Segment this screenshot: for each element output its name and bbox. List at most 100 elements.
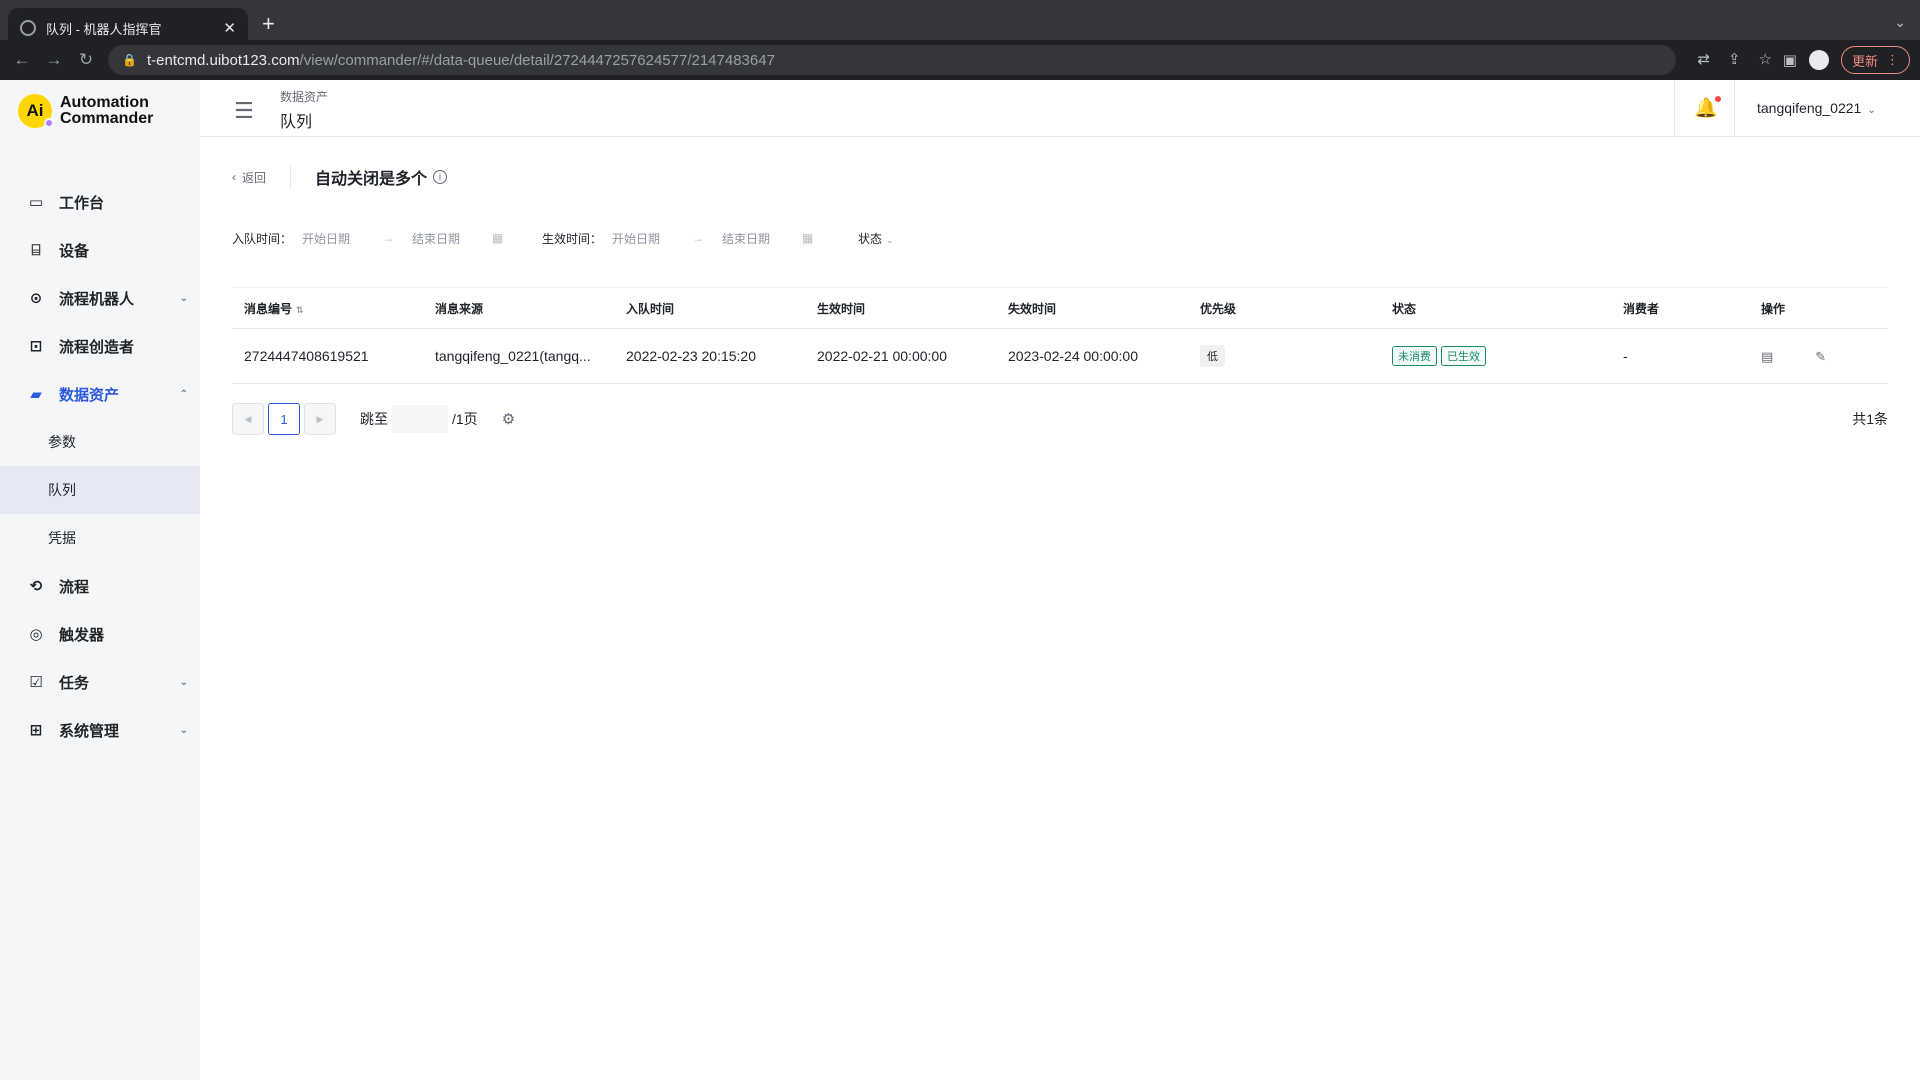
chevron-down-icon: ⌄: [886, 234, 894, 245]
sort-icon[interactable]: ⇅: [296, 305, 304, 315]
table-row: 2724447408619521 tangqifeng_0221(tangq..…: [232, 329, 1888, 384]
sidebar-item-task[interactable]: ☑ 任务 ⌄: [0, 658, 200, 706]
bell-icon[interactable]: 🔔: [1694, 96, 1721, 120]
column-header-expire: 失效时间: [1008, 301, 1057, 316]
bookmark-star-icon[interactable]: ☆: [1759, 50, 1772, 68]
translate-icon[interactable]: ⇄: [1697, 50, 1710, 68]
tab-close-icon[interactable]: ✕: [223, 19, 236, 37]
column-header-id[interactable]: 消息编号 ⇅: [232, 300, 423, 317]
globe-icon: [20, 20, 36, 36]
jump-page-input[interactable]: [392, 405, 448, 433]
sidebar-item-workbench[interactable]: ▭ 工作台: [0, 178, 200, 226]
forward-arrow-icon[interactable]: →: [38, 50, 70, 70]
chevron-left-icon: ‹: [232, 170, 236, 184]
back-arrow-icon[interactable]: ←: [6, 50, 38, 70]
sidebar-item-creator[interactable]: ⊡ 流程创造者: [0, 322, 200, 370]
info-icon[interactable]: i: [433, 170, 448, 184]
sidebar-item-robot[interactable]: ⊙ 流程机器人 ⌄: [0, 274, 200, 322]
user-menu[interactable]: tangqifeng_0221 ⌄: [1757, 100, 1876, 116]
view-detail-icon[interactable]: ▤: [1761, 349, 1773, 365]
address-bar[interactable]: 🔒 t-entcmd.uibot123.com /view/commander/…: [108, 45, 1676, 75]
sidebar-subitem-credentials[interactable]: 凭据: [0, 514, 200, 562]
header-divider: [1674, 80, 1675, 136]
url-path: /view/commander/#/data-queue/detail/2724…: [299, 51, 775, 69]
sidebar-menu: ▭ 工作台 ⌸ 设备 ⊙ 流程机器人 ⌄ ⊡ 流程创造者 ▰ 数据资产 ⌃ 参数: [0, 178, 200, 754]
folder-icon: ▰: [30, 386, 42, 403]
effective-time-label: 生效时间：: [542, 231, 603, 246]
logo[interactable]: Ai Automation Commander: [18, 94, 153, 128]
page-number[interactable]: 1: [268, 403, 300, 435]
profile-avatar[interactable]: [1808, 50, 1829, 70]
prev-page-button[interactable]: ◀: [232, 403, 264, 435]
back-button[interactable]: ‹ 返回: [232, 165, 292, 189]
device-icon: ⌸: [31, 241, 41, 259]
new-tab-button[interactable]: +: [262, 12, 275, 36]
sidebar-item-system[interactable]: ⊞ 系统管理 ⌄: [0, 706, 200, 754]
column-header-enqueue: 入队时间: [626, 301, 675, 316]
trigger-icon: ◎: [29, 626, 43, 643]
sidebar-item-trigger[interactable]: ◎ 触发器: [0, 610, 200, 658]
sidebar-subitem-params[interactable]: 参数: [0, 418, 200, 466]
effective-end-date[interactable]: 结束日期: [722, 230, 802, 247]
total-count: 共1条: [1852, 411, 1888, 427]
sidebar-item-data-assets[interactable]: ▰ 数据资产 ⌃: [0, 370, 200, 418]
main-area: ☰ 数据资产 队列 🔔 tangqifeng_0221 ⌄ ‹ 返回 自动关闭是多…: [200, 80, 1920, 1080]
tab-search-icon[interactable]: ⌄: [1894, 14, 1906, 31]
gear-icon[interactable]: ⚙: [502, 410, 515, 428]
browser-toolbar: ← → ↻ 🔒 t-entcmd.uibot123.com /view/comm…: [0, 40, 1920, 80]
enqueue-end-date[interactable]: 结束日期: [412, 230, 492, 247]
status-filter-select[interactable]: 状态 ⌄: [858, 230, 894, 247]
sidebar-item-label: 流程: [59, 578, 90, 596]
creator-icon: ⊡: [29, 338, 43, 355]
notification-dot: [1714, 96, 1721, 102]
table-header: 消息编号 ⇅ 消息来源 入队时间 生效时间 失效时间 优先级 状态 消费者 操作: [232, 287, 1888, 329]
sidebar: Ai Automation Commander ▭ 工作台 ⌸ 设备 ⊙ 流程机…: [0, 80, 200, 1080]
next-page-button[interactable]: ▶: [304, 403, 336, 435]
status-badge: 未消费: [1392, 346, 1437, 366]
share-icon[interactable]: ⇪: [1728, 50, 1741, 68]
reload-icon[interactable]: ↻: [70, 50, 102, 70]
column-header-priority: 优先级: [1200, 301, 1237, 316]
breadcrumb-current: 队列: [280, 114, 313, 131]
process-icon: ⟲: [29, 578, 43, 595]
page-header: ☰ 数据资产 队列 🔔 tangqifeng_0221 ⌄: [200, 80, 1920, 137]
effective-start-date[interactable]: 开始日期: [612, 230, 692, 247]
sidebar-subitem-queue[interactable]: 队列: [0, 466, 200, 514]
sidebar-item-device[interactable]: ⌸ 设备: [0, 226, 200, 274]
sidebar-item-process[interactable]: ⟲ 流程: [0, 562, 200, 610]
column-header-actions: 操作: [1761, 301, 1786, 316]
priority-badge: 低: [1200, 345, 1225, 367]
lock-icon[interactable]: 🔒: [122, 53, 137, 67]
menu-collapse-icon[interactable]: ☰: [234, 98, 254, 124]
chevron-down-icon: ⌄: [179, 292, 188, 304]
logo-mark: Ai: [18, 94, 54, 128]
calendar-icon[interactable]: ▦: [802, 231, 852, 245]
robot-icon: ⊙: [29, 290, 43, 307]
cell-effective-time: 2022-02-21 00:00:00: [817, 348, 947, 364]
edit-icon[interactable]: ✎: [1815, 349, 1826, 365]
side-panel-icon[interactable]: ▣: [1783, 51, 1797, 69]
logo-line1: Automation: [60, 94, 149, 111]
cell-actions: ▤ ✎: [1749, 348, 1888, 365]
chevron-down-icon: ⌄: [179, 676, 188, 688]
cell-id: 2724447408619521: [244, 348, 369, 364]
calendar-icon[interactable]: ▦: [492, 231, 542, 245]
sidebar-item-label: 工作台: [59, 194, 105, 212]
task-icon: ☑: [29, 674, 43, 691]
column-header-consumer: 消费者: [1623, 301, 1660, 316]
update-button[interactable]: 更新 ⋮: [1840, 46, 1910, 74]
enqueue-time-label: 入队时间：: [232, 231, 293, 246]
enqueue-start-date[interactable]: 开始日期: [302, 230, 382, 247]
sidebar-item-label: 任务: [59, 674, 90, 692]
filter-row: 入队时间： 开始日期 → 结束日期 ▦ 生效时间： 开始日期 → 结束日期 ▦ …: [232, 225, 1032, 251]
chevron-up-icon: ⌃: [179, 388, 188, 400]
back-label: 返回: [242, 170, 267, 185]
status-filter-label: 状态: [858, 231, 883, 246]
jump-label: 跳至: [360, 411, 388, 427]
column-header-status: 状态: [1392, 301, 1417, 316]
app: Ai Automation Commander ▭ 工作台 ⌸ 设备 ⊙ 流程机…: [0, 80, 1920, 1080]
cell-source: tangqifeng_0221(tangq...: [435, 348, 591, 364]
breadcrumb-parent[interactable]: 数据资产: [280, 88, 328, 105]
queue-table: 消息编号 ⇅ 消息来源 入队时间 生效时间 失效时间 优先级 状态 消费者 操作 …: [232, 287, 1888, 384]
more-vert-icon: ⋮: [1886, 52, 1899, 67]
